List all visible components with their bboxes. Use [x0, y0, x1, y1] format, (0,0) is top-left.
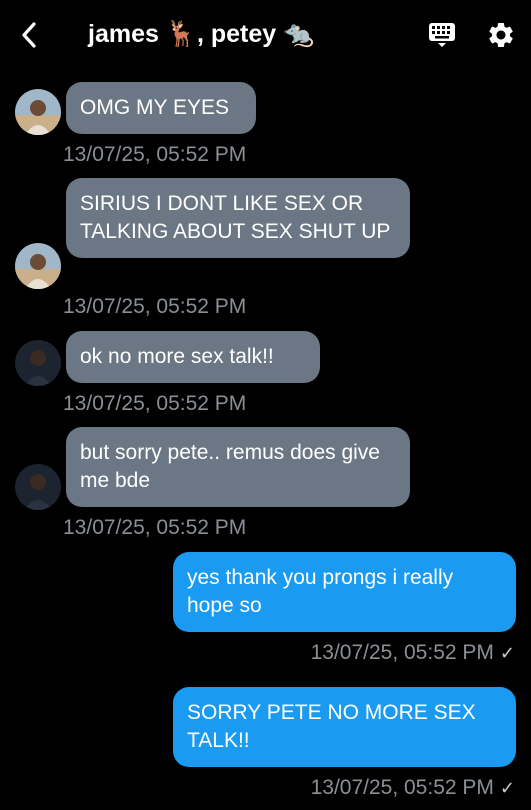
- message-text: yes thank you prongs i really hope so: [187, 566, 454, 617]
- avatar-james[interactable]: [15, 243, 61, 289]
- settings-button[interactable]: [486, 20, 516, 50]
- avatar-petey[interactable]: [15, 464, 61, 510]
- delivered-check-icon: ✓: [499, 778, 515, 798]
- avatar-petey[interactable]: [15, 340, 61, 386]
- chat-title[interactable]: james 🦌, petey 🐀: [88, 20, 314, 49]
- message-text: SORRY PETE NO MORE SEX TALK!!: [187, 701, 476, 752]
- message-timestamp: 13/07/25, 05:52 PM: [63, 392, 247, 415]
- keyboard-button[interactable]: [428, 22, 456, 48]
- message-bubble[interactable]: OMG MY EYES: [66, 82, 256, 134]
- message-text: OMG MY EYES: [80, 96, 229, 119]
- message-bubble[interactable]: yes thank you prongs i really hope so: [173, 552, 516, 632]
- message-text: but sorry pete.. remus does give me bde: [80, 441, 380, 492]
- timestamp-text: 13/07/25, 05:52 PM: [310, 776, 494, 799]
- keyboard-icon: [429, 23, 455, 47]
- delivered-check-icon: ✓: [499, 643, 515, 663]
- message-bubble[interactable]: SORRY PETE NO MORE SEX TALK!!: [173, 687, 516, 767]
- avatar-james[interactable]: [15, 89, 61, 135]
- message-bubble[interactable]: SIRIUS I DONT LIKE SEX OR TALKING ABOUT …: [66, 178, 410, 258]
- message-timestamp: 13/07/25, 05:52 PM ✓: [311, 776, 515, 800]
- message-timestamp: 13/07/25, 05:52 PM: [63, 143, 247, 166]
- back-button[interactable]: [14, 18, 44, 52]
- message-bubble[interactable]: ok no more sex talk!!: [66, 331, 320, 383]
- timestamp-text: 13/07/25, 05:52 PM: [310, 641, 494, 664]
- message-timestamp: 13/07/25, 05:52 PM ✓: [311, 641, 515, 665]
- message-timestamp: 13/07/25, 05:52 PM: [63, 516, 247, 539]
- chat-header: james 🦌, petey 🐀: [0, 0, 531, 72]
- message-bubble[interactable]: but sorry pete.. remus does give me bde: [66, 427, 410, 507]
- message-timestamp: 13/07/25, 05:52 PM: [63, 295, 247, 318]
- chevron-left-icon: [22, 22, 36, 48]
- message-text: ok no more sex talk!!: [80, 345, 274, 368]
- message-text: SIRIUS I DONT LIKE SEX OR TALKING ABOUT …: [80, 192, 391, 243]
- gear-icon: [489, 22, 513, 47]
